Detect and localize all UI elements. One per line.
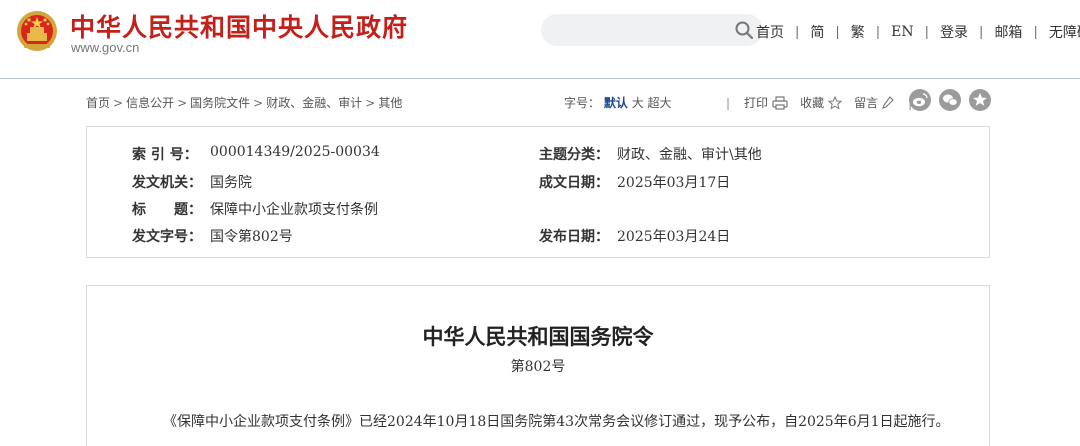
breadcrumb-separator: >	[113, 96, 124, 110]
font-size-large[interactable]: 大	[632, 96, 644, 110]
meta-title-label: 标 题：	[132, 202, 202, 218]
breadcrumb-finance[interactable]: 财政、金融、审计	[266, 96, 362, 110]
meta-index-label: 索 引 号：	[132, 147, 198, 163]
document-body: 《保障中小企业款项支付条例》已经2024年10月18日国务院第43次常务会议修订…	[163, 414, 950, 430]
nav-divider: |	[875, 24, 881, 40]
printer-icon	[772, 95, 788, 110]
breadcrumb-home[interactable]: 首页	[86, 96, 110, 110]
national-emblem-icon[interactable]	[16, 9, 58, 53]
nav-accessibility[interactable]: 无障碍	[1049, 22, 1080, 42]
weibo-share-icon[interactable]	[909, 89, 931, 111]
site-domain: www.gov.cn	[71, 40, 140, 55]
comment-label: 留言	[854, 96, 879, 110]
page-tools: | 打印 收藏 留言 |	[712, 94, 926, 111]
star-icon	[828, 95, 843, 110]
nav-divider: |	[1033, 24, 1038, 40]
meta-published-value: 2025年03月24日	[617, 229, 731, 245]
document-title: 中华人民共和国国务院令	[422, 324, 654, 349]
nav-mailbox[interactable]: 邮箱	[994, 22, 1022, 42]
breadcrumb-separator: >	[365, 96, 376, 110]
search-icon[interactable]	[735, 21, 753, 39]
nav-english[interactable]: EN	[891, 24, 913, 40]
breadcrumb: 首页 > 信息公开 > 国务院文件 > 财政、金融、审计 > 其他	[86, 94, 402, 111]
comment-button[interactable]: 留言	[854, 94, 894, 111]
wechat-share-icon[interactable]	[939, 89, 961, 111]
print-label: 打印	[744, 96, 769, 110]
meta-topic-value: 财政、金融、审计\其他	[617, 147, 762, 163]
meta-index-value: 000014349/2025-00034	[210, 144, 380, 160]
meta-written-value: 2025年03月17日	[617, 175, 731, 191]
font-size-default[interactable]: 默认	[604, 96, 628, 110]
document-metadata: 索 引 号： 000014349/2025-00034 主题分类： 财政、金融、…	[86, 126, 990, 258]
nav-home[interactable]: 首页	[756, 22, 784, 42]
nav-login[interactable]: 登录	[940, 22, 968, 42]
meta-docno-label: 发文字号：	[132, 229, 202, 245]
document-number: 第802号	[510, 359, 566, 375]
breadcrumb-separator: >	[253, 96, 264, 110]
nav-divider: |	[924, 24, 930, 40]
favorite-share-icon[interactable]	[969, 89, 991, 111]
favorite-button[interactable]: 收藏	[800, 94, 843, 111]
nav-divider: |	[795, 24, 800, 40]
meta-written-label: 成文日期：	[539, 175, 609, 191]
print-button[interactable]: 打印	[744, 94, 788, 111]
document-content: 中华人民共和国国务院令 第802号 《保障中小企业款项支付条例》已经2024年1…	[86, 285, 990, 446]
meta-docno-value: 国令第802号	[210, 229, 293, 245]
meta-topic-label: 主题分类：	[539, 147, 609, 163]
meta-issuer-value: 国务院	[210, 175, 252, 191]
nav-simplified[interactable]: 简	[810, 22, 824, 42]
font-size-label: 字号：	[564, 96, 601, 110]
breadcrumb-separator: >	[177, 96, 188, 110]
tools-divider: |	[726, 95, 731, 110]
meta-title-value: 保障中小企业款项支付条例	[210, 202, 378, 218]
font-size-xlarge[interactable]: 超大	[648, 96, 672, 110]
search-input[interactable]	[541, 14, 763, 46]
meta-issuer-label: 发文机关：	[132, 175, 202, 191]
breadcrumb-state-council-docs[interactable]: 国务院文件	[190, 96, 250, 110]
site-logo-text[interactable]: 中华人民共和国中央人民政府	[70, 8, 408, 44]
favorite-label: 收藏	[800, 96, 825, 110]
meta-published-label: 发布日期：	[539, 229, 609, 245]
font-size-switcher: 字号： 默认 大 超大	[564, 94, 672, 111]
breadcrumb-other[interactable]: 其他	[378, 96, 402, 110]
nav-divider: |	[979, 24, 984, 40]
pencil-icon	[882, 95, 894, 109]
toolbar: 首页 > 信息公开 > 国务院文件 > 财政、金融、审计 > 其他 字号： 默认 大 超大 | …	[86, 89, 991, 112]
site-header: 中华人民共和国中央人民政府 www.gov.cn 首页 | 简 | 繁 | EN…	[0, 0, 1080, 79]
nav-divider: |	[835, 24, 840, 40]
top-nav: 首页 | 简 | 繁 | EN | 登录 | 邮箱 | 无障碍	[756, 23, 1080, 41]
breadcrumb-info-public[interactable]: 信息公开	[126, 96, 174, 110]
share-buttons	[909, 89, 999, 111]
nav-traditional[interactable]: 繁	[851, 22, 865, 42]
